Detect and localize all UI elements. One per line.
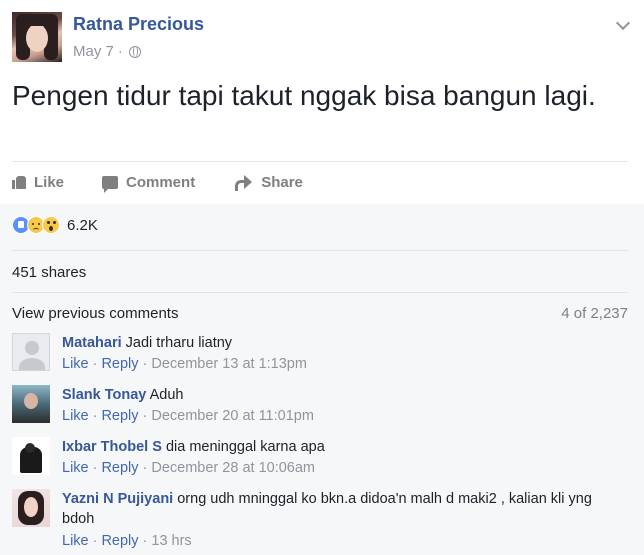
divider <box>12 250 628 251</box>
comment-count: 4 of 2,237 <box>561 305 628 322</box>
comment-like-link[interactable]: Like <box>62 533 89 549</box>
comment-author[interactable]: Ixbar Thobel S <box>62 439 162 455</box>
comment-body: Matahari Jadi trharu liatny <box>62 333 628 353</box>
comment-actions: Like · Reply · December 28 at 10:06am <box>62 460 315 476</box>
comment-timestamp[interactable]: 13 hrs <box>151 533 191 549</box>
comment-author[interactable]: Yazni N Pujiyani <box>62 491 173 507</box>
comment-author[interactable]: Matahari <box>62 335 122 351</box>
comment-actions: Like · Reply · 13 hrs <box>62 533 192 549</box>
comment-text: Jadi trharu liatny <box>125 335 233 351</box>
comment-body: Slank Tonay Aduh <box>62 385 628 405</box>
commenter-avatar[interactable] <box>12 333 50 371</box>
share-label: Share <box>261 173 303 191</box>
commenter-avatar[interactable] <box>12 437 50 475</box>
comment-body: Ixbar Thobel S dia meninggal karna apa <box>62 437 628 457</box>
thumbs-up-icon <box>12 175 26 189</box>
comment-icon <box>102 175 119 193</box>
chevron-down-icon[interactable] <box>615 15 631 31</box>
divider <box>12 161 628 162</box>
comment-like-link[interactable]: Like <box>62 460 89 476</box>
comment-text: dia meninggal karna apa <box>165 439 325 455</box>
comment-timestamp[interactable]: December 13 at 1:13pm <box>151 356 307 372</box>
comment-reply-link[interactable]: Reply <box>101 533 138 549</box>
comment-button[interactable]: Comment <box>102 170 195 194</box>
reactions-summary[interactable]: 6.2K <box>12 216 98 234</box>
comment-actions: Like · Reply · December 13 at 1:13pm <box>62 356 307 372</box>
view-previous-comments-link[interactable]: View previous comments <box>12 305 178 322</box>
like-button[interactable]: Like <box>12 170 64 194</box>
comment-label: Comment <box>126 173 196 191</box>
wow-reaction-icon <box>42 216 60 234</box>
comment-author[interactable]: Slank Tonay <box>62 387 146 403</box>
comment-timestamp[interactable]: December 28 at 10:06am <box>151 460 315 476</box>
share-button[interactable]: Share <box>235 170 303 194</box>
commenter-avatar[interactable] <box>12 385 50 423</box>
reaction-count: 6.2K <box>67 216 98 234</box>
post-meta: May 7 · <box>73 43 141 60</box>
post-date[interactable]: May 7 <box>73 43 114 60</box>
comment-body: Yazni N Pujiyani orng udh mninggal ko bk… <box>62 489 628 529</box>
like-label: Like <box>34 173 65 191</box>
comment-timestamp[interactable]: December 20 at 11:01pm <box>151 408 314 424</box>
share-icon <box>235 175 253 191</box>
globe-icon <box>128 45 141 58</box>
comment-reply-link[interactable]: Reply <box>101 356 138 372</box>
action-bar: Like Comment Share <box>12 170 632 194</box>
shares-count[interactable]: 451 shares <box>12 264 86 281</box>
comment-actions: Like · Reply · December 20 at 11:01pm <box>62 408 314 424</box>
comment-reply-link[interactable]: Reply <box>101 408 138 424</box>
comment-reply-link[interactable]: Reply <box>101 460 138 476</box>
divider <box>12 292 628 293</box>
post-header: Ratna Precious May 7 · <box>12 12 632 64</box>
comment-like-link[interactable]: Like <box>62 408 89 424</box>
commenter-avatar[interactable] <box>12 489 50 527</box>
author-avatar[interactable] <box>12 12 62 62</box>
meta-separator: · <box>117 43 123 60</box>
comment-text: Aduh <box>149 387 184 403</box>
comments-header: View previous comments 4 of 2,237 <box>12 305 628 322</box>
author-name[interactable]: Ratna Precious <box>73 14 204 35</box>
comment-like-link[interactable]: Like <box>62 356 89 372</box>
post-text: Pengen tidur tapi takut nggak bisa bangu… <box>12 80 596 111</box>
